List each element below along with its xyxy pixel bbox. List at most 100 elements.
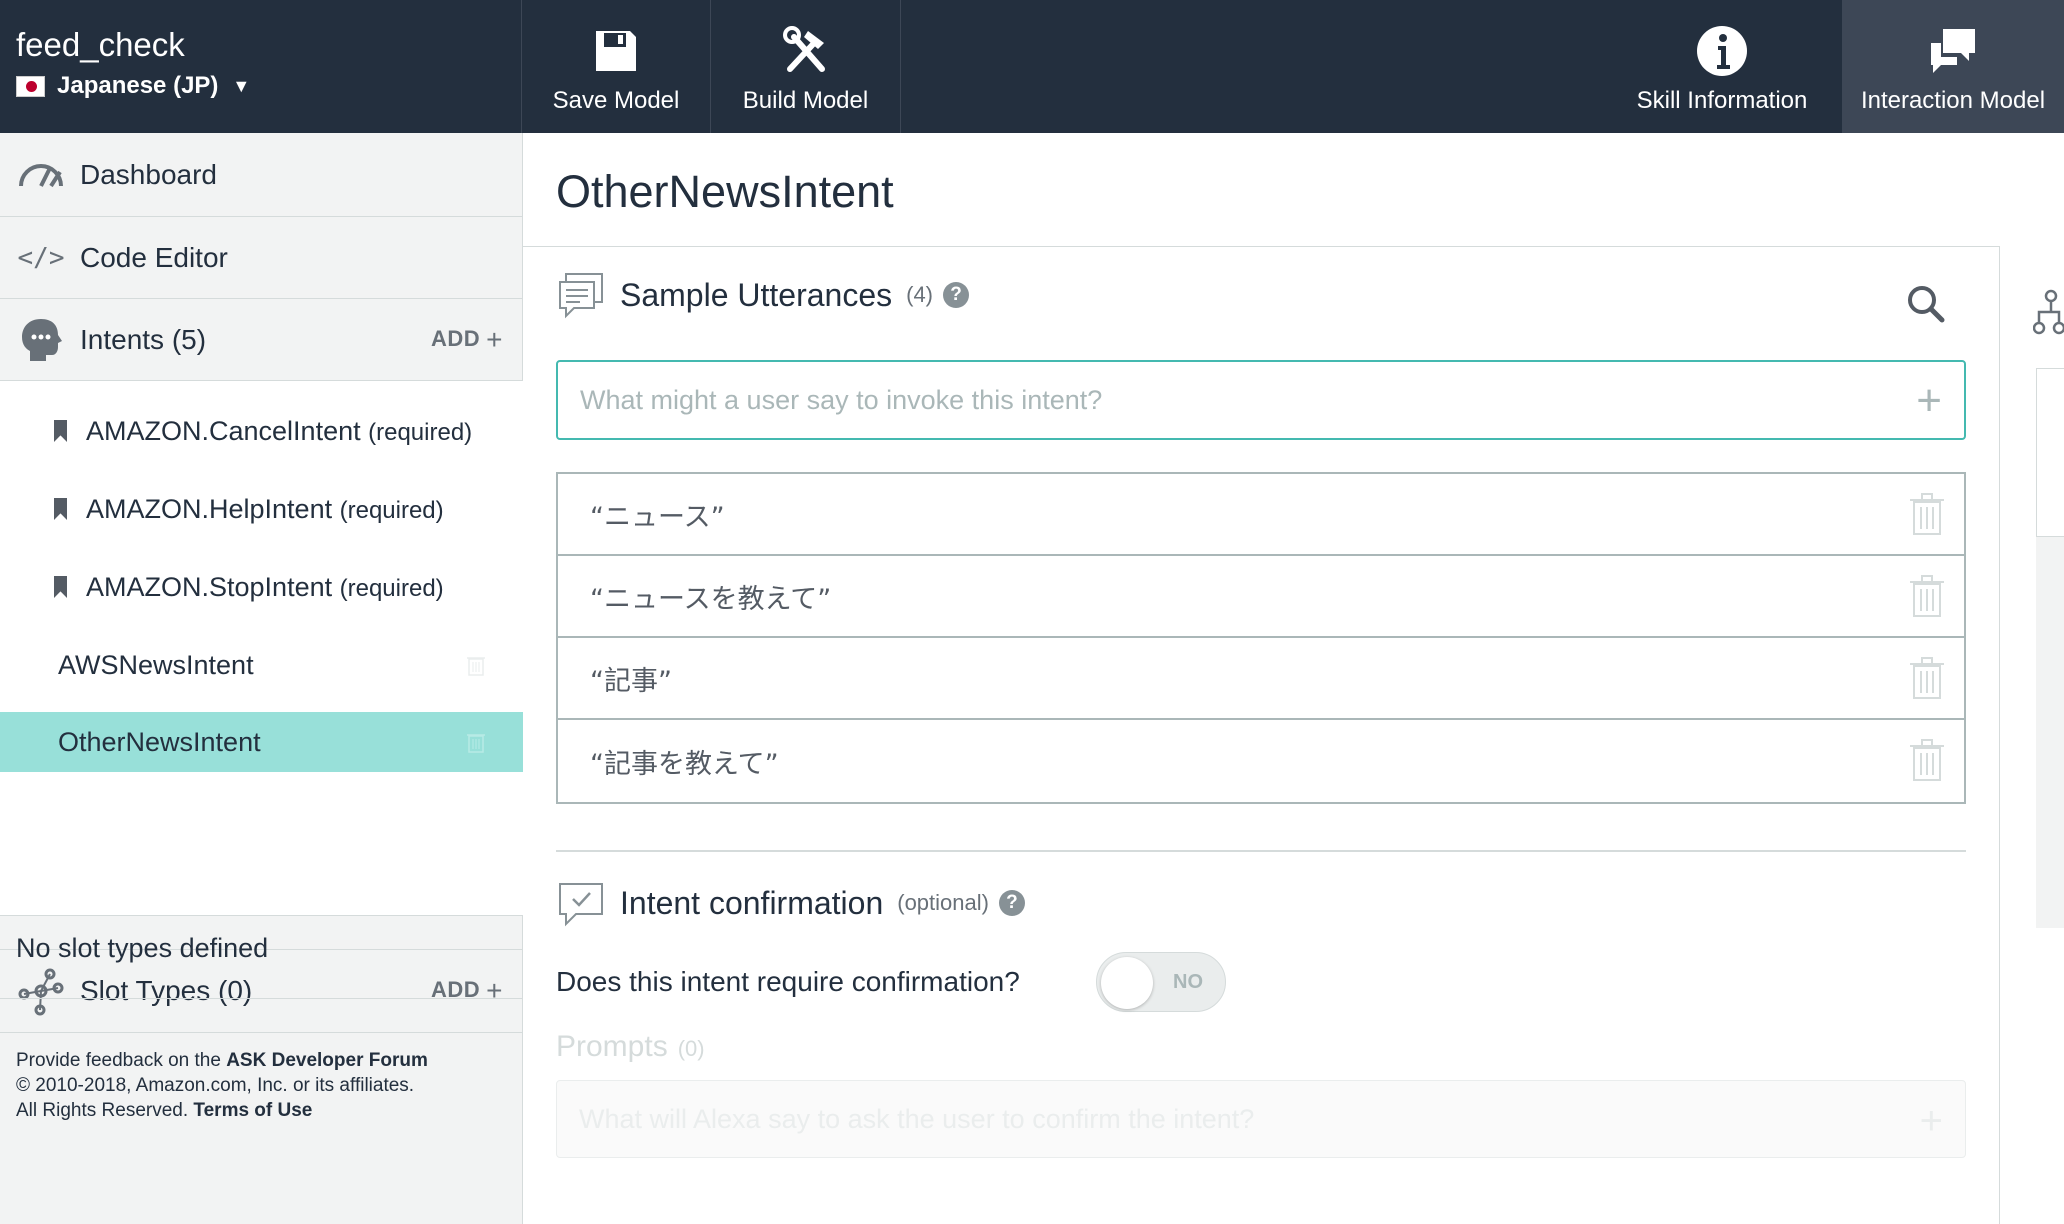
save-model-button[interactable]: Save Model	[522, 0, 711, 133]
intent-list: AMAZON.CancelIntent (required) AMAZON.He…	[0, 381, 523, 916]
prompt-input[interactable]	[579, 1081, 1879, 1157]
intent-item-cancel[interactable]: AMAZON.CancelIntent (required)	[0, 401, 523, 461]
interaction-model-label: Interaction Model	[1860, 87, 2046, 114]
build-model-label: Build Model	[742, 87, 869, 114]
intent-item-label: AWSNewsIntent	[58, 649, 254, 680]
help-icon[interactable]: ?	[943, 282, 970, 308]
prompt-input-box: +	[556, 1080, 1966, 1158]
trash-icon[interactable]	[1910, 574, 1944, 618]
terms-of-use-link[interactable]: Terms of Use	[193, 1100, 312, 1121]
plus-icon: +	[486, 975, 503, 1006]
skill-information-label: Skill Information	[1636, 87, 1808, 114]
utterance-row[interactable]: “ニュース”	[558, 474, 1964, 556]
utterance-row[interactable]: “ニュースを教えて”	[558, 556, 1964, 638]
skill-name: feed_check	[16, 26, 185, 63]
info-icon	[1697, 26, 1747, 76]
add-intent-label: ADD	[430, 325, 481, 351]
japan-flag-icon	[16, 75, 45, 97]
trash-icon[interactable]	[466, 731, 486, 753]
copyright-text: © 2010-2018, Amazon.com, Inc. or its aff…	[16, 1075, 415, 1096]
chat-bubbles-icon	[1931, 29, 1975, 73]
dashboard-label: Dashboard	[80, 158, 217, 190]
intent-item-label: AMAZON.HelpIntent (required)	[86, 493, 444, 524]
utterance-text[interactable]: “ニュースを教えて”	[590, 577, 831, 616]
code-editor-label: Code Editor	[80, 241, 228, 273]
intent-item-label: AMAZON.CancelIntent (required)	[86, 415, 473, 446]
sidebar-item-code-editor[interactable]: </> Code Editor	[0, 217, 523, 299]
utterance-text[interactable]: “ニュース”	[590, 495, 725, 534]
locale-dropdown[interactable]: Japanese (JP) ▼	[16, 72, 250, 100]
page-title: OtherNewsIntent	[556, 166, 894, 217]
confirmation-question: Does this intent require confirmation?	[556, 966, 1020, 997]
section-divider	[556, 850, 1966, 852]
confirmation-header: Intent confirmation (optional) ?	[556, 878, 1025, 928]
dialog-flow-icon[interactable]	[2033, 288, 2064, 338]
add-prompt-button[interactable]: +	[1920, 1099, 1943, 1144]
code-icon: </>	[17, 242, 65, 273]
prompts-count: (0)	[677, 1036, 705, 1061]
toggle-knob	[1101, 957, 1153, 1009]
intent-item-label: AMAZON.StopIntent (required)	[86, 571, 444, 602]
utterance-input[interactable]	[580, 362, 1880, 438]
bookmark-icon	[54, 420, 67, 442]
sidebar-footer: Provide feedback on the ASK Developer Fo…	[16, 1050, 428, 1121]
confirmation-toggle[interactable]: NO	[1096, 952, 1226, 1012]
add-intent-button[interactable]: ADD +	[431, 324, 503, 356]
bookmark-icon	[54, 498, 67, 520]
network-nodes-icon	[18, 968, 64, 1016]
utterance-row[interactable]: “記事”	[558, 638, 1964, 720]
sidebar: Dashboard </> Code Editor Intents (5) AD…	[0, 133, 523, 1224]
right-panel	[1999, 246, 2064, 1224]
skill-information-button[interactable]: Skill Information	[1622, 0, 1822, 133]
confirmation-title: Intent confirmation	[620, 884, 884, 921]
intent-item-help[interactable]: AMAZON.HelpIntent (required)	[0, 479, 523, 539]
add-slot-type-button[interactable]: ADD +	[431, 975, 503, 1007]
build-model-button[interactable]: Build Model	[711, 0, 901, 133]
sidebar-item-intents[interactable]: Intents (5) ADD +	[0, 299, 523, 381]
interaction-model-button[interactable]: Interaction Model	[1842, 0, 2064, 133]
gauge-icon	[19, 163, 63, 187]
slot-types-label: Slot Types (0)	[80, 975, 253, 1006]
intent-item-label: OtherNewsIntent	[58, 726, 261, 757]
toggle-label: NO	[1173, 971, 1203, 993]
hammer-wrench-icon	[782, 26, 825, 72]
no-slot-types-text: No slot types defined	[16, 933, 269, 963]
check-bubble-icon	[559, 883, 603, 927]
top-bar: feed_check Japanese (JP) ▼ Save Model Bu…	[0, 0, 2064, 133]
utterances-count: (4)	[906, 282, 934, 307]
intents-label: Intents (5)	[80, 323, 207, 355]
floppy-disk-icon	[596, 31, 636, 71]
intent-item-awsnews[interactable]: AWSNewsIntent	[0, 635, 523, 695]
sidebar-divider	[0, 998, 523, 999]
save-model-label: Save Model	[552, 87, 680, 114]
utterance-list: “ニュース” “ニュースを教えて” “記事” “記事を教えて”	[556, 472, 1966, 804]
utterances-header: Sample Utterances (4) ?	[556, 270, 970, 320]
help-icon[interactable]: ?	[998, 890, 1025, 916]
speech-bubble-icon	[559, 273, 603, 319]
developer-forum-link[interactable]: ASK Developer Forum	[226, 1050, 428, 1071]
intent-item-othernews[interactable]: OtherNewsIntent	[0, 712, 523, 772]
utterances-title: Sample Utterances	[620, 276, 893, 313]
trash-icon[interactable]	[466, 654, 486, 676]
trash-icon[interactable]	[1910, 738, 1944, 782]
search-icon[interactable]	[1906, 282, 1946, 326]
skill-selector: feed_check Japanese (JP) ▼	[0, 0, 522, 133]
bookmark-icon	[54, 576, 67, 598]
plus-icon: +	[486, 323, 503, 355]
add-utterance-button[interactable]: +	[1916, 376, 1942, 426]
prompts-label: Prompts (0)	[556, 1030, 705, 1063]
title-divider	[523, 246, 2064, 247]
locale-label: Japanese (JP)	[57, 72, 219, 99]
utterance-input-box: +	[556, 360, 1966, 440]
side-panel-lower	[2036, 536, 2064, 928]
intent-item-stop[interactable]: AMAZON.StopIntent (required)	[0, 557, 523, 617]
sidebar-item-dashboard[interactable]: Dashboard	[0, 133, 523, 217]
head-speech-icon	[22, 318, 62, 361]
utterance-text[interactable]: “記事”	[590, 659, 672, 698]
trash-icon[interactable]	[1910, 492, 1944, 536]
caret-down-icon: ▼	[232, 75, 251, 96]
utterance-row[interactable]: “記事を教えて”	[558, 720, 1964, 802]
utterance-text[interactable]: “記事を教えて”	[590, 742, 779, 781]
confirmation-optional: (optional)	[897, 890, 989, 915]
trash-icon[interactable]	[1910, 656, 1944, 700]
